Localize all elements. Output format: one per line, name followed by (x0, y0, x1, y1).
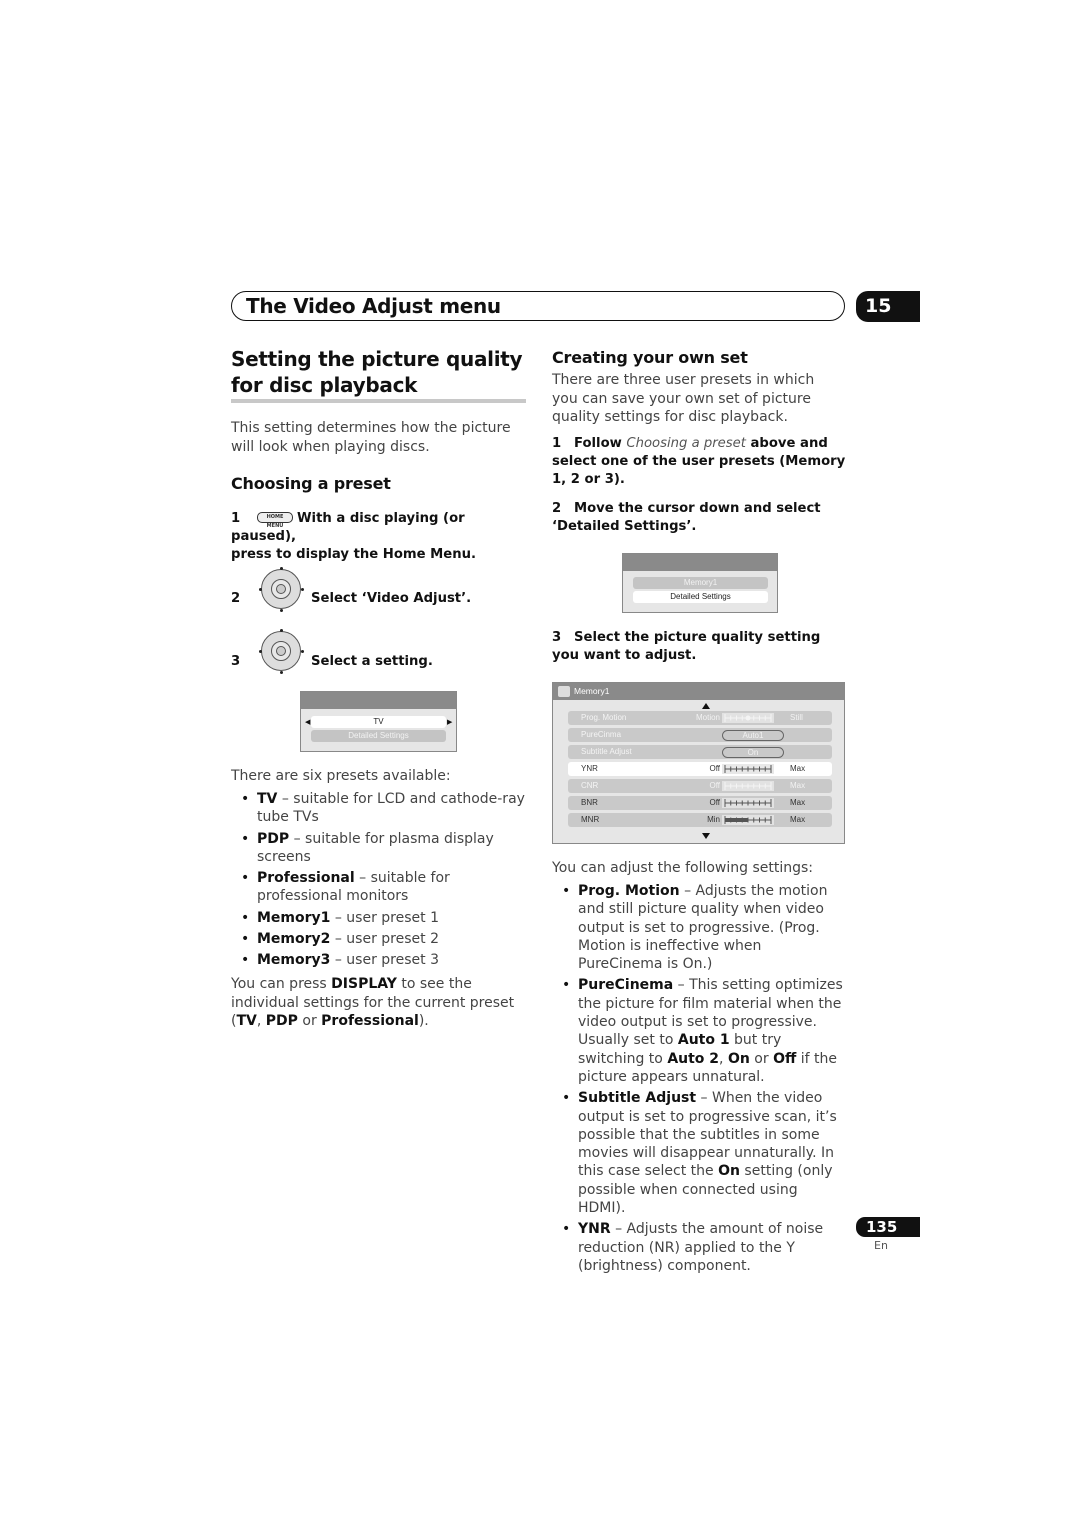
section-title: Setting the picture quality for disc pla… (231, 346, 531, 398)
list-item: • TV – suitable for LCD and cathode-ray t… (241, 791, 525, 826)
option-selector[interactable]: Auto1 (722, 730, 784, 741)
memory-menu-screenshot: Memory1 Detailed Settings (622, 553, 778, 613)
step-2-right: 2 Move the cursor down and select ‘Detail… (552, 501, 821, 534)
level-slider[interactable] (722, 764, 774, 774)
memory1-item[interactable]: Memory1 (633, 577, 768, 589)
setting-label: CNR (581, 781, 599, 790)
settings-row[interactable]: Subtitle Adjust On (568, 745, 832, 759)
list-item: • PDP – suitable for plasma display scree… (241, 830, 494, 865)
level-slider[interactable] (722, 713, 774, 723)
step-1-right: 1 Follow Choosing a preset above and sele… (552, 436, 846, 487)
setting-label: Subtitle Adjust (581, 747, 632, 756)
settings-row[interactable]: MNR Min Max (568, 813, 832, 827)
list-item: • Subtitle Adjust – When the video output… (562, 1090, 837, 1217)
list-item: • PureCinema – This setting optimizes the… (562, 977, 843, 1085)
settings-menu-screenshot: Memory1 Prog. Motion Motion Still PureCinma… (552, 682, 845, 844)
settings-row[interactable]: Prog. Motion Motion Still (568, 711, 832, 725)
preset-selector[interactable]: TV (311, 716, 446, 728)
osd-header: Memory1 (553, 683, 844, 700)
chapter-title: The Video Adjust menu (246, 294, 501, 318)
level-slider[interactable] (722, 781, 774, 791)
list-item: • Memory2 – user preset 2 (241, 931, 439, 948)
list-item: • YNR – Adjusts the amount of noise reduc… (562, 1221, 824, 1274)
slider-low-label: Off (709, 798, 720, 807)
slider-low-label: Motion (695, 713, 720, 722)
slider-high-label: Still (790, 713, 803, 722)
slider-low-label: Min (707, 815, 720, 824)
list-item: • Prog. Motion – Adjusts the motion and s… (562, 883, 828, 973)
detailed-settings-item[interactable]: Detailed Settings (311, 730, 446, 742)
osd-header (301, 692, 456, 709)
menu-title: Memory1 (574, 686, 610, 696)
chapter-number: 15 (856, 291, 920, 322)
display-note: You can press DISPLAY to see the individ… (231, 976, 515, 1029)
slider-low-label: Off (709, 764, 720, 773)
page-number: 135 (856, 1217, 920, 1237)
left-arrow-icon[interactable]: ◀ (305, 718, 310, 726)
subsection-title-choosing-preset: Choosing a preset (231, 474, 391, 493)
step-3-number: 3 (231, 654, 241, 669)
slider-high-label: Max (790, 798, 806, 807)
slider-high-label: Max (790, 764, 806, 773)
settings-row[interactable]: YNR Off Max (568, 762, 832, 776)
setting-label: MNR (581, 815, 600, 824)
adjust-intro: You can adjust the following settings: (552, 860, 814, 876)
enter-dial-icon (259, 629, 304, 674)
osd-header (623, 554, 777, 571)
enter-dial-icon (259, 567, 304, 612)
step-number: 1 (231, 511, 241, 526)
level-slider[interactable] (722, 798, 774, 808)
list-item: • Memory3 – user preset 3 (241, 952, 439, 969)
list-item: • Memory1 – user preset 1 (241, 909, 439, 926)
language-label: En (874, 1239, 888, 1252)
right-arrow-icon[interactable]: ▶ (447, 718, 452, 726)
step-2-text: Select ‘Video Adjust’. (311, 591, 472, 606)
step-1: 1 HOME MENU With a disc playing (or paused… (231, 510, 531, 564)
option-selector[interactable]: On (722, 747, 784, 758)
settings-row[interactable]: CNR Off Max (568, 779, 832, 793)
section-title-line2: for disc playback (231, 373, 418, 397)
step-3-right: 3 Select the picture quality setting you … (552, 630, 821, 663)
disc-icon (558, 686, 570, 697)
preset-menu-screenshot: ◀ TV ▶ Detailed Settings (300, 691, 457, 752)
setting-label: YNR (581, 764, 598, 773)
detailed-settings-item[interactable]: Detailed Settings (633, 591, 768, 603)
setting-label: Prog. Motion (581, 713, 627, 722)
subsection-title-creating-set: Creating your own set (552, 348, 748, 367)
step-2-number: 2 (231, 591, 241, 606)
settings-list: • Prog. Motion – Adjusts the motion and s… (552, 882, 848, 1278)
setting-label: PureCinma (581, 730, 622, 739)
slider-low-label: Off (709, 781, 720, 790)
slider-high-label: Max (790, 815, 806, 824)
presets-list: • TV – suitable for LCD and cathode-ray t… (231, 790, 527, 973)
presets-intro: There are six presets available: (231, 768, 451, 784)
scroll-up-icon[interactable] (702, 703, 710, 709)
step-text-cont: press to display the Home Menu. (231, 547, 477, 562)
section-intro: This setting determines how the picture … (231, 420, 511, 455)
slider-high-label: Max (790, 781, 806, 790)
creating-intro: There are three user presets in which yo… (552, 372, 815, 425)
home-menu-button-icon: HOME MENU (257, 511, 293, 529)
settings-row[interactable]: PureCinma Auto1 (568, 728, 832, 742)
settings-row[interactable]: BNR Off Max (568, 796, 832, 810)
section-title-line1: Setting the picture quality (231, 347, 523, 371)
level-slider[interactable] (722, 815, 774, 825)
section-divider (231, 399, 526, 403)
scroll-down-icon[interactable] (702, 833, 710, 839)
step-3-text: Select a setting. (311, 654, 433, 669)
setting-label: BNR (581, 798, 598, 807)
list-item: • Professional – suitable for professiona… (241, 870, 450, 905)
